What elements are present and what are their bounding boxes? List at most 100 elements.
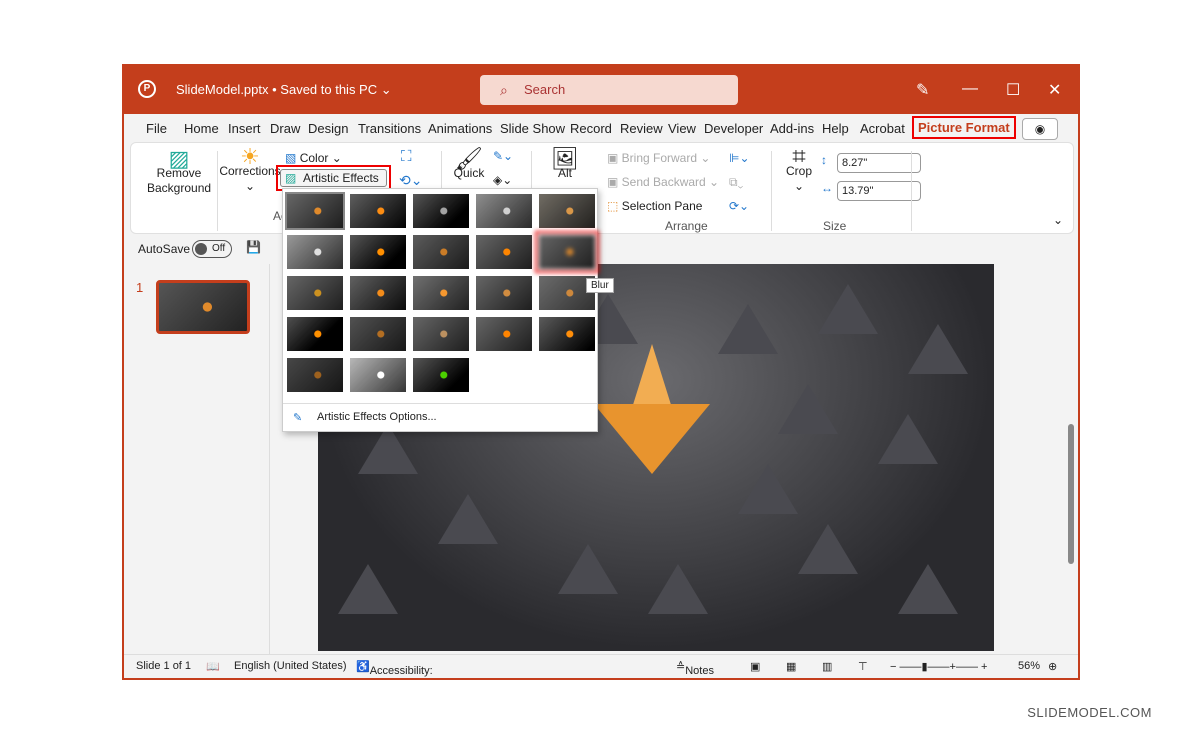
accessibility-status[interactable]: ♿ Accessibility: Good to go [356, 660, 433, 678]
width-input[interactable]: 13.79" [837, 181, 921, 201]
options-icon: ✎ [293, 412, 303, 424]
effect-thumbnail[interactable] [350, 276, 406, 310]
paper-boat-dark [798, 524, 858, 574]
slide-thumbnails-pane: 1 [124, 264, 270, 654]
spelling-icon[interactable]: 📖 [206, 660, 220, 673]
group-icon[interactable]: ⧉⌄ [729, 175, 743, 190]
vertical-scrollbar[interactable] [1064, 264, 1078, 654]
effect-thumbnail[interactable] [413, 235, 469, 269]
paper-boat-dark [878, 414, 938, 464]
tab-file[interactable]: File [146, 121, 167, 136]
effect-thumbnail[interactable] [413, 317, 469, 351]
slideshow-icon[interactable]: ⊤ [858, 660, 868, 673]
effect-thumbnail[interactable] [350, 358, 406, 392]
status-bar: Slide 1 of 1 📖 English (United States) ♿… [124, 654, 1078, 678]
artistic-effects-options[interactable]: ✎ Artistic Effects Options... [283, 403, 597, 424]
picture-border-icon[interactable]: ✎⌄ [493, 149, 513, 164]
scrollbar-thumb[interactable] [1068, 424, 1074, 564]
effect-thumbnail[interactable] [539, 194, 595, 228]
selection-pane-button[interactable]: ⬚ Selection Pane [607, 199, 702, 214]
minimize-button[interactable]: — [962, 80, 978, 98]
tab-design[interactable]: Design [308, 121, 348, 136]
effect-thumbnail[interactable] [476, 194, 532, 228]
tab-view[interactable]: View [668, 121, 696, 136]
effect-thumbnail[interactable] [413, 358, 469, 392]
effect-thumbnail[interactable] [413, 276, 469, 310]
align-icon[interactable]: ⊫⌄ [729, 151, 750, 166]
rotate-icon[interactable]: ⟳⌄ [729, 199, 749, 214]
artistic-effects-button[interactable]: ▨Artistic Effects ⌄ [280, 169, 387, 201]
effect-thumbnail[interactable] [476, 276, 532, 310]
paper-boat-dark [778, 384, 838, 434]
tab-help[interactable]: Help [822, 121, 849, 136]
quick-access-toolbar: AutoSave Off 💾 [124, 234, 1078, 264]
effect-thumbnail[interactable] [285, 192, 345, 230]
language[interactable]: English (United States) [234, 660, 347, 672]
tab-home[interactable]: Home [184, 121, 219, 136]
effect-thumbnail[interactable] [535, 231, 599, 273]
tab-review[interactable]: Review [620, 121, 663, 136]
maximize-button[interactable]: ☐ [1006, 80, 1020, 100]
effect-thumbnail[interactable] [287, 276, 343, 310]
effect-thumbnail[interactable] [413, 194, 469, 228]
corrections-button[interactable]: ☀ Corrections ⌄ [219, 144, 281, 194]
sun-icon: ☀ [240, 144, 260, 169]
tab-acrobat[interactable]: Acrobat [860, 121, 905, 136]
search-box[interactable]: ⌕ Search [480, 75, 738, 105]
effect-thumbnail[interactable] [476, 235, 532, 269]
effect-thumbnail[interactable] [287, 235, 343, 269]
crop-button[interactable]: ⌗ Crop ⌄ [781, 143, 817, 194]
tab-draw[interactable]: Draw [270, 121, 300, 136]
alt-text-button[interactable]: 🖼 Alt [545, 146, 585, 181]
designer-icon[interactable]: ✎ [916, 80, 929, 100]
size-group-label: Size [823, 219, 847, 233]
powerpoint-icon: P [138, 80, 156, 98]
close-button[interactable]: ✕ [1048, 80, 1061, 100]
effect-thumbnail[interactable] [350, 194, 406, 228]
effect-thumbnail[interactable] [287, 317, 343, 351]
tab-record[interactable]: Record [570, 121, 612, 136]
notes-button[interactable]: ≙ Notes [676, 660, 714, 677]
effect-thumbnail[interactable] [539, 317, 595, 351]
remove-background-button[interactable]: ▨ Remove Background [147, 148, 211, 196]
effect-thumbnail[interactable] [350, 317, 406, 351]
file-name[interactable]: SlideModel.pptx • Saved to this PC ⌄ [176, 82, 392, 98]
change-picture-icon[interactable]: ⟲⌄ [399, 173, 422, 188]
collapse-ribbon-icon[interactable]: ⌄ [1053, 213, 1063, 228]
save-icon[interactable]: 💾 [246, 240, 261, 254]
color-button[interactable]: ▧ Color ⌄ [285, 151, 342, 166]
picture-effects-icon[interactable]: ◈⌄ [493, 173, 512, 188]
height-input[interactable]: 8.27" [837, 153, 921, 173]
tab-slide-show[interactable]: Slide Show [500, 121, 565, 136]
zoom-level[interactable]: 56% [1018, 660, 1040, 672]
record-button[interactable]: ◉ [1022, 118, 1058, 140]
slide-number: 1 [136, 280, 144, 295]
paper-boat-dark [898, 564, 958, 614]
send-backward-button[interactable]: ▣ Send Backward ⌄ [607, 175, 719, 190]
reading-view-icon[interactable]: ▥ [822, 660, 832, 673]
effect-thumbnail[interactable] [476, 317, 532, 351]
compress-icon[interactable]: ⛶ [401, 149, 412, 164]
tab-picture-format[interactable]: Picture Format [912, 116, 1016, 139]
quick-styles-button[interactable]: 🖌 Quick [449, 146, 489, 181]
alt-text-icon: 🖼 [551, 146, 579, 171]
tab-animations[interactable]: Animations [428, 121, 492, 136]
effect-thumbnail[interactable] [350, 235, 406, 269]
tab-insert[interactable]: Insert [228, 121, 261, 136]
normal-view-icon[interactable]: ▣ [750, 660, 760, 673]
fit-slide-icon[interactable]: ⊕ [1048, 660, 1057, 673]
bring-forward-button[interactable]: ▣ Bring Forward ⌄ [607, 151, 710, 166]
paper-boat-dark [648, 564, 708, 614]
paper-boat-dark [558, 544, 618, 594]
paper-boat-sail [632, 344, 672, 408]
effect-thumbnail[interactable] [287, 358, 343, 392]
crop-icon: ⌗ [792, 143, 806, 170]
slide-sorter-icon[interactable]: ▦ [786, 660, 796, 673]
zoom-slider[interactable]: − ——▮——+—— + [890, 660, 987, 673]
tab-developer[interactable]: Developer [704, 121, 763, 136]
autosave-toggle[interactable]: Off [192, 240, 232, 258]
tab-transitions[interactable]: Transitions [358, 121, 421, 136]
slide-thumbnail[interactable] [156, 280, 250, 334]
tab-add-ins[interactable]: Add-ins [770, 121, 814, 136]
quick-styles-icon: 🖌 [455, 146, 483, 171]
